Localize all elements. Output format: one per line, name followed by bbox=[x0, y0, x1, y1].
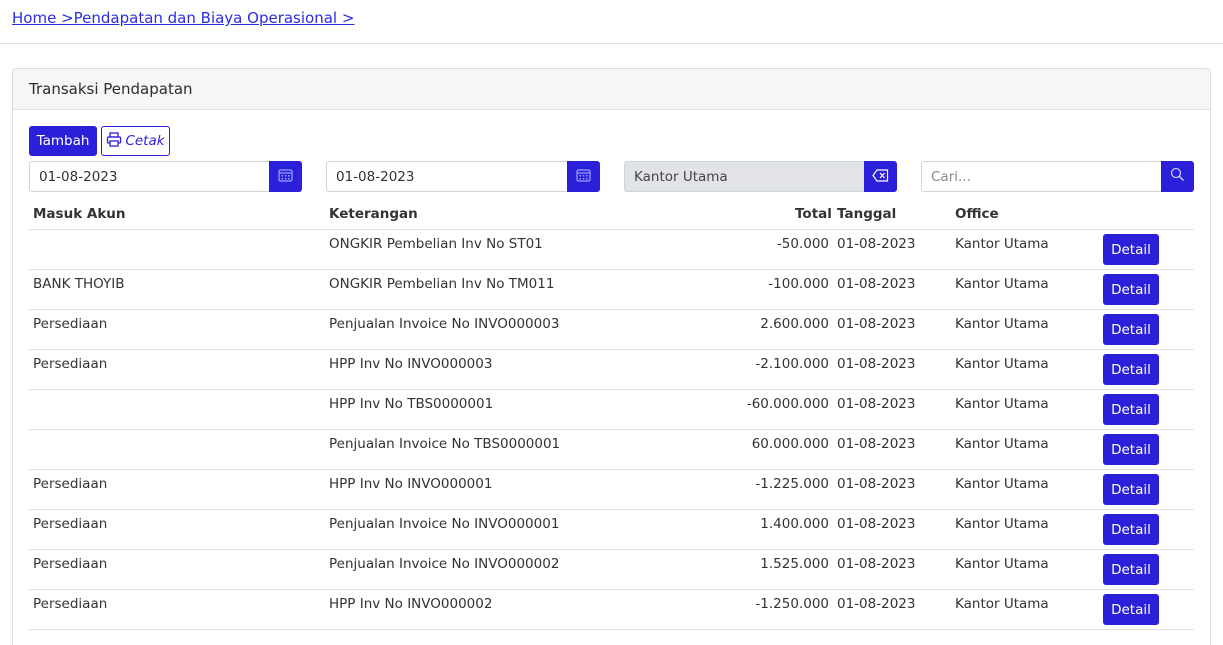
clear-office-button[interactable] bbox=[864, 161, 897, 192]
detail-button[interactable]: Detail bbox=[1103, 234, 1159, 265]
breadcrumb: Home >Pendapatan dan Biaya Operasional > bbox=[12, 9, 354, 27]
detail-button[interactable]: Detail bbox=[1103, 594, 1159, 625]
calendar-icon bbox=[576, 167, 591, 186]
cell-tanggal: 01-08-2023 bbox=[837, 436, 916, 452]
card-title: Transaksi Pendapatan bbox=[13, 69, 1210, 110]
date-from-group: 01-08-2023 bbox=[29, 161, 302, 192]
cell-tanggal: 01-08-2023 bbox=[837, 236, 916, 252]
search-button[interactable] bbox=[1161, 161, 1194, 192]
print-button-label: Cetak bbox=[125, 133, 165, 149]
table-row: Persediaan Penjualan Invoice No INVO0000… bbox=[29, 510, 1194, 550]
cell-keterangan: HPP Inv No INVO000001 bbox=[329, 476, 493, 492]
cell-tanggal: 01-08-2023 bbox=[837, 476, 916, 492]
cell-total: -2.100.000 bbox=[755, 356, 829, 372]
table-row: Persediaan Penjualan Invoice No INVO0000… bbox=[29, 550, 1194, 590]
detail-button[interactable]: Detail bbox=[1103, 554, 1159, 585]
top-divider bbox=[0, 43, 1223, 44]
cell-keterangan: HPP Inv No INVO000002 bbox=[329, 596, 493, 612]
cell-tanggal: 01-08-2023 bbox=[837, 276, 916, 292]
date-to-input[interactable]: 01-08-2023 bbox=[326, 161, 567, 192]
cell-total: 60.000.000 bbox=[751, 436, 829, 452]
cell-office: Kantor Utama bbox=[955, 356, 1049, 372]
cell-akun: Persediaan bbox=[33, 476, 108, 492]
detail-button[interactable]: Detail bbox=[1103, 274, 1159, 305]
cell-tanggal: 01-08-2023 bbox=[837, 356, 916, 372]
table-row: Persediaan HPP Inv No INVO000003 -2.100.… bbox=[29, 350, 1194, 390]
header-office: Office bbox=[955, 206, 999, 222]
date-from-calendar-button[interactable] bbox=[269, 161, 302, 192]
cell-keterangan: ONGKIR Pembelian Inv No ST01 bbox=[329, 236, 543, 252]
cell-akun: Persediaan bbox=[33, 316, 108, 332]
cell-akun: BANK THOYIB bbox=[33, 276, 125, 292]
table-row: HPP Inv No TBS0000001 -60.000.000 01-08-… bbox=[29, 390, 1194, 430]
cell-office: Kantor Utama bbox=[955, 556, 1049, 572]
date-to-calendar-button[interactable] bbox=[567, 161, 600, 192]
detail-button[interactable]: Detail bbox=[1103, 514, 1159, 545]
detail-button[interactable]: Detail bbox=[1103, 474, 1159, 505]
breadcrumb-home-link[interactable]: Home > bbox=[12, 9, 74, 27]
date-to-group: 01-08-2023 bbox=[326, 161, 600, 192]
printer-icon bbox=[106, 131, 122, 151]
table-row: Persediaan HPP Inv No INVO000002 -1.250.… bbox=[29, 590, 1194, 630]
cell-office: Kantor Utama bbox=[955, 596, 1049, 612]
cell-total: 1.525.000 bbox=[760, 556, 829, 572]
header-keterangan: Keterangan bbox=[329, 206, 418, 222]
cell-akun: Persediaan bbox=[33, 356, 108, 372]
table-row: Penjualan Invoice No TBS0000001 60.000.0… bbox=[29, 430, 1194, 470]
cell-akun: Persediaan bbox=[33, 596, 108, 612]
header-total: Total bbox=[795, 206, 832, 222]
office-filter-input: Kantor Utama bbox=[624, 161, 864, 192]
header-tanggal: Tanggal bbox=[837, 206, 897, 222]
cell-office: Kantor Utama bbox=[955, 396, 1049, 412]
cell-tanggal: 01-08-2023 bbox=[837, 556, 916, 572]
cell-total: 2.600.000 bbox=[760, 316, 829, 332]
detail-button[interactable]: Detail bbox=[1103, 354, 1159, 385]
cell-akun: Persediaan bbox=[33, 556, 108, 572]
backspace-icon bbox=[872, 167, 889, 186]
detail-button[interactable]: Detail bbox=[1103, 434, 1159, 465]
cell-office: Kantor Utama bbox=[955, 316, 1049, 332]
cell-office: Kantor Utama bbox=[955, 276, 1049, 292]
cell-total: -100.000 bbox=[768, 276, 829, 292]
cell-total: -1.225.000 bbox=[755, 476, 829, 492]
office-filter-group: Kantor Utama bbox=[624, 161, 897, 192]
cell-total: -50.000 bbox=[776, 236, 829, 252]
cell-keterangan: Penjualan Invoice No INVO000001 bbox=[329, 516, 560, 532]
print-button[interactable]: Cetak bbox=[101, 126, 170, 156]
breadcrumb-section-link[interactable]: Pendapatan dan Biaya Operasional > bbox=[74, 9, 355, 27]
cell-akun: Persediaan bbox=[33, 516, 108, 532]
cell-office: Kantor Utama bbox=[955, 436, 1049, 452]
add-button-label: Tambah bbox=[36, 133, 90, 149]
cell-total: 1.400.000 bbox=[760, 516, 829, 532]
cell-total: -1.250.000 bbox=[755, 596, 829, 612]
cell-keterangan: Penjualan Invoice No INVO000003 bbox=[329, 316, 560, 332]
detail-button[interactable]: Detail bbox=[1103, 314, 1159, 345]
table-row: Persediaan Penjualan Invoice No INVO0000… bbox=[29, 310, 1194, 350]
detail-button[interactable]: Detail bbox=[1103, 394, 1159, 425]
table-row: Persediaan HPP Inv No INVO000001 -1.225.… bbox=[29, 470, 1194, 510]
cell-tanggal: 01-08-2023 bbox=[837, 396, 916, 412]
cell-office: Kantor Utama bbox=[955, 516, 1049, 532]
table-row: ONGKIR Pembelian Inv No ST01 -50.000 01-… bbox=[29, 230, 1194, 270]
search-input[interactable]: Cari... bbox=[921, 161, 1161, 192]
cell-keterangan: HPP Inv No INVO000003 bbox=[329, 356, 493, 372]
calendar-icon bbox=[278, 167, 293, 186]
cell-office: Kantor Utama bbox=[955, 236, 1049, 252]
cell-keterangan: HPP Inv No TBS0000001 bbox=[329, 396, 494, 412]
cell-tanggal: 01-08-2023 bbox=[837, 596, 916, 612]
date-from-input[interactable]: 01-08-2023 bbox=[29, 161, 269, 192]
table-row: BANK THOYIB ONGKIR Pembelian Inv No TM01… bbox=[29, 270, 1194, 310]
add-button[interactable]: Tambah bbox=[29, 126, 97, 156]
cell-keterangan: Penjualan Invoice No INVO000002 bbox=[329, 556, 560, 572]
header-masuk-akun: Masuk Akun bbox=[33, 206, 126, 222]
search-icon bbox=[1170, 167, 1185, 186]
search-group: Cari... bbox=[921, 161, 1194, 192]
cell-office: Kantor Utama bbox=[955, 476, 1049, 492]
cell-total: -60.000.000 bbox=[746, 396, 829, 412]
cell-keterangan: ONGKIR Pembelian Inv No TM011 bbox=[329, 276, 555, 292]
cell-tanggal: 01-08-2023 bbox=[837, 516, 916, 532]
cell-keterangan: Penjualan Invoice No TBS0000001 bbox=[329, 436, 561, 452]
cell-tanggal: 01-08-2023 bbox=[837, 316, 916, 332]
